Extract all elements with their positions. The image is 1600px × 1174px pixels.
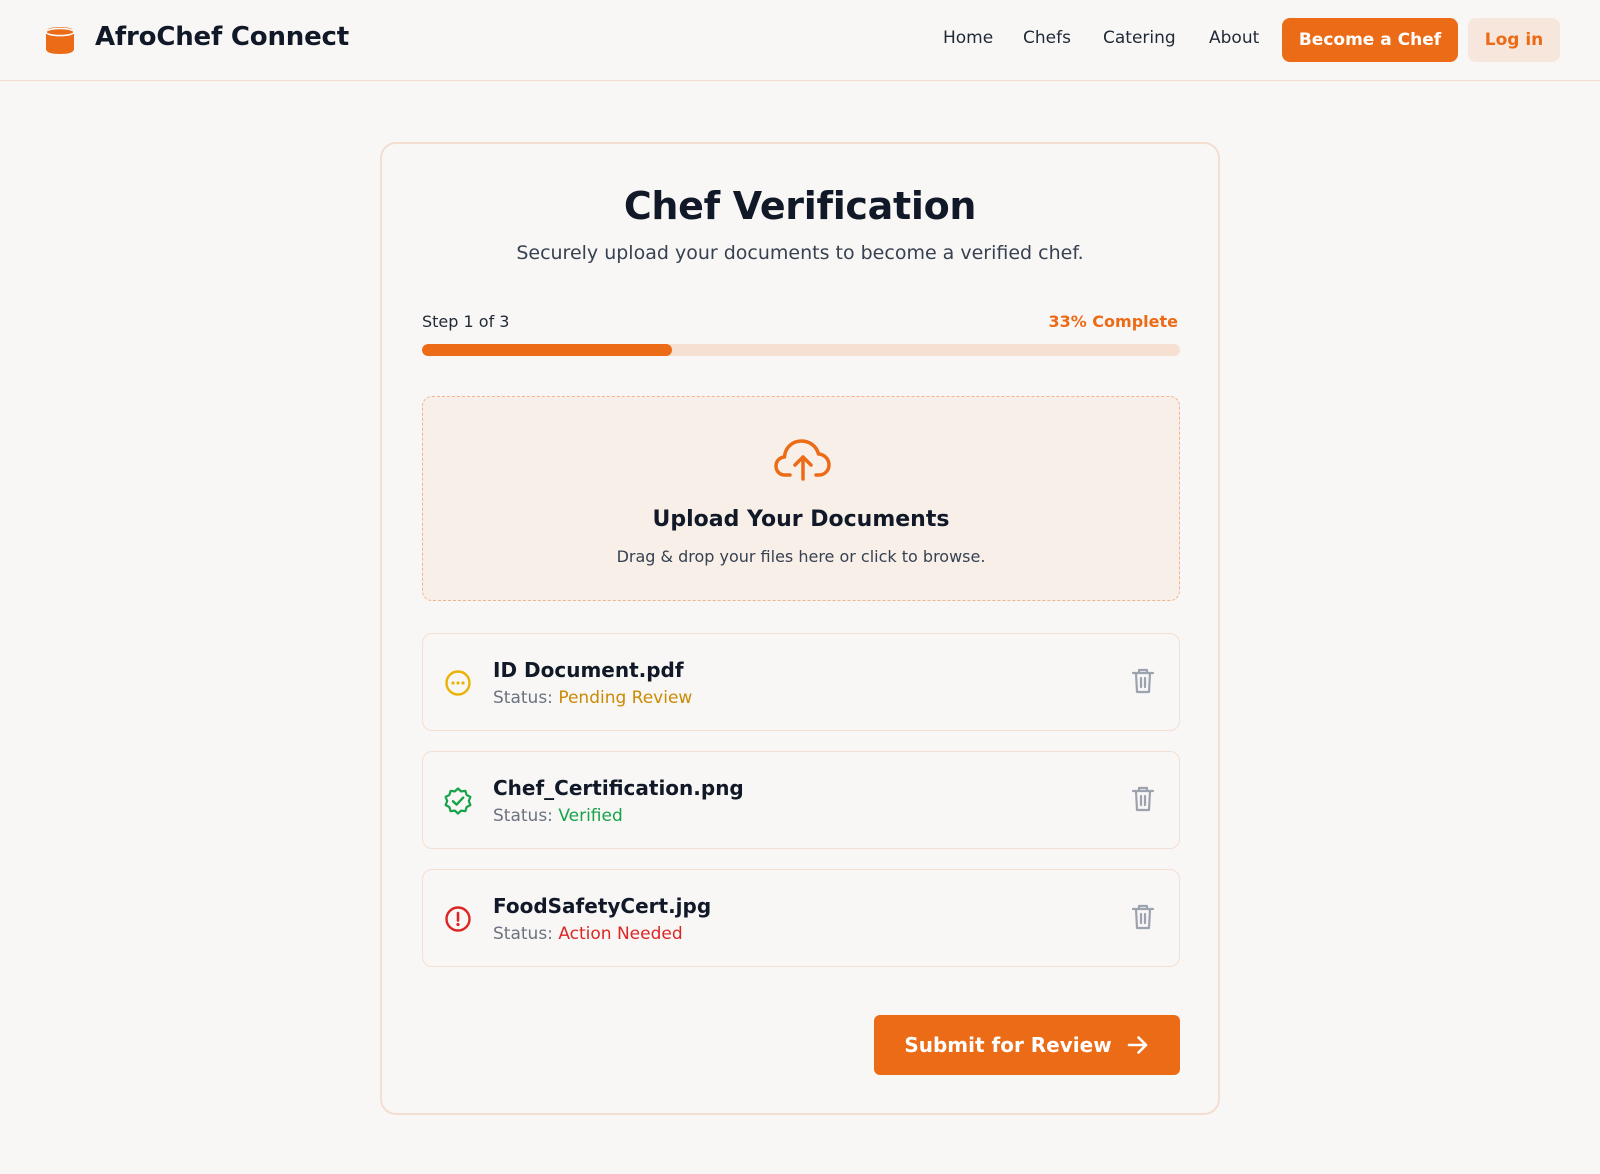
status-prefix: Status: bbox=[493, 924, 553, 944]
progress-percent: 33% Complete bbox=[1048, 312, 1178, 331]
top-navbar: AfroChef Connect Home Chefs Catering Abo… bbox=[0, 0, 1600, 81]
file-name: ID Document.pdf bbox=[493, 658, 684, 682]
status-value: Action Needed bbox=[558, 924, 683, 944]
nav-about[interactable]: About bbox=[1209, 28, 1259, 48]
dropzone-title: Upload Your Documents bbox=[652, 507, 950, 532]
page-title: Chef Verification bbox=[623, 184, 977, 228]
trash-icon[interactable] bbox=[1129, 666, 1157, 696]
file-item: FoodSafetyCert.jpg Status: Action Needed bbox=[422, 869, 1180, 967]
file-status: Status: Action Needed bbox=[493, 924, 683, 944]
status-value: Pending Review bbox=[558, 688, 693, 708]
verification-card: Chef Verification Securely upload your d… bbox=[380, 142, 1220, 1115]
submit-for-review-button[interactable]: Submit for Review bbox=[874, 1015, 1180, 1075]
step-indicator: Step 1 of 3 bbox=[422, 312, 510, 331]
page-subtitle: Securely upload your documents to become… bbox=[516, 242, 1084, 264]
submit-label: Submit for Review bbox=[904, 1033, 1112, 1057]
trash-icon[interactable] bbox=[1129, 784, 1157, 814]
file-item: Chef_Certification.png Status: Verified bbox=[422, 751, 1180, 849]
become-chef-button[interactable]: Become a Chef bbox=[1282, 18, 1458, 62]
progress-bar bbox=[422, 344, 1180, 356]
status-prefix: Status: bbox=[493, 688, 553, 708]
chef-logo-icon[interactable] bbox=[44, 24, 76, 56]
file-item: ID Document.pdf Status: Pending Review bbox=[422, 633, 1180, 731]
file-status: Status: Pending Review bbox=[493, 688, 692, 708]
file-name: FoodSafetyCert.jpg bbox=[493, 894, 712, 918]
file-status: Status: Verified bbox=[493, 806, 623, 826]
nav-catering[interactable]: Catering bbox=[1103, 28, 1176, 48]
arrow-right-icon bbox=[1127, 1036, 1147, 1054]
trash-icon[interactable] bbox=[1129, 902, 1157, 932]
upload-dropzone[interactable]: Upload Your Documents Drag & drop your f… bbox=[422, 396, 1180, 601]
login-button[interactable]: Log in bbox=[1468, 18, 1560, 62]
status-value: Verified bbox=[558, 806, 623, 826]
alert-circle-icon bbox=[445, 906, 471, 932]
nav-home[interactable]: Home bbox=[943, 28, 993, 48]
status-prefix: Status: bbox=[493, 806, 553, 826]
dropzone-hint: Drag & drop your files here or click to … bbox=[616, 547, 986, 566]
verified-badge-icon bbox=[444, 787, 472, 815]
nav-chefs[interactable]: Chefs bbox=[1023, 28, 1071, 48]
file-name: Chef_Certification.png bbox=[493, 776, 744, 800]
brand-name[interactable]: AfroChef Connect bbox=[95, 22, 349, 52]
progress-fill bbox=[422, 344, 673, 356]
pending-icon bbox=[445, 670, 471, 696]
cloud-upload-icon bbox=[774, 439, 831, 481]
